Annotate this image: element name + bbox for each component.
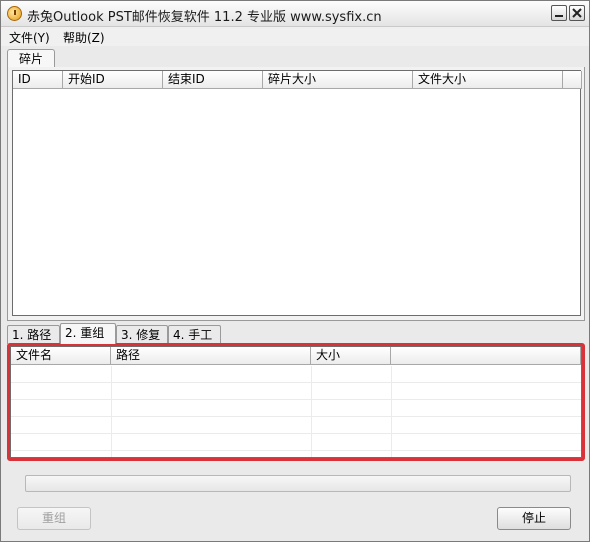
minimize-button[interactable] bbox=[551, 5, 567, 21]
minimize-icon bbox=[555, 15, 563, 17]
title-bar: 赤兔Outlook PST邮件恢复软件 11.2 专业版 www.sysfix.… bbox=[1, 1, 589, 27]
column-header-file-size[interactable]: 文件大小 bbox=[413, 71, 563, 89]
column-header-path[interactable]: 路径 bbox=[111, 347, 311, 365]
menu-file[interactable]: 文件(Y) bbox=[9, 29, 50, 46]
menu-bar: 文件(Y) 帮助(Z) bbox=[1, 27, 589, 46]
tab-path[interactable]: 1. 路径 bbox=[7, 325, 60, 344]
app-logo-icon bbox=[7, 6, 22, 21]
column-header-end-id[interactable]: 结束ID bbox=[163, 71, 263, 89]
column-header-extra[interactable] bbox=[391, 347, 581, 365]
column-header-size[interactable]: 大小 bbox=[311, 347, 391, 365]
tab-reassemble[interactable]: 2. 重组 bbox=[60, 323, 116, 344]
fragments-list[interactable]: ID 开始ID 结束ID 碎片大小 文件大小 bbox=[12, 70, 582, 316]
files-header: 文件名 路径 大小 bbox=[11, 347, 581, 365]
table-row[interactable] bbox=[11, 383, 581, 400]
grid-divider bbox=[311, 366, 312, 457]
fragments-header: ID 开始ID 结束ID 碎片大小 文件大小 bbox=[13, 71, 582, 89]
column-header-filler bbox=[563, 71, 582, 89]
stop-button[interactable]: 停止 bbox=[497, 507, 571, 530]
grid-divider bbox=[391, 366, 392, 457]
tab-fragments[interactable]: 碎片 bbox=[7, 49, 55, 68]
files-rows bbox=[11, 366, 581, 451]
fragments-panel: ID 开始ID 结束ID 碎片大小 文件大小 bbox=[7, 67, 585, 321]
table-row[interactable] bbox=[11, 434, 581, 451]
grid-divider bbox=[111, 366, 112, 457]
files-list[interactable]: 文件名 路径 大小 bbox=[10, 346, 582, 458]
column-header-file-name[interactable]: 文件名 bbox=[11, 347, 111, 365]
table-row[interactable] bbox=[11, 417, 581, 434]
progress-bar bbox=[25, 475, 571, 492]
files-panel-highlight: 文件名 路径 大小 bbox=[7, 343, 585, 461]
column-header-id[interactable]: ID bbox=[13, 71, 63, 89]
reassemble-button[interactable]: 重组 bbox=[17, 507, 91, 530]
column-header-start-id[interactable]: 开始ID bbox=[63, 71, 163, 89]
table-row[interactable] bbox=[11, 400, 581, 417]
close-icon bbox=[572, 8, 582, 18]
column-header-fragment-size[interactable]: 碎片大小 bbox=[263, 71, 413, 89]
window-title: 赤兔Outlook PST邮件恢复软件 11.2 专业版 www.sysfix.… bbox=[27, 10, 382, 25]
tab-repair[interactable]: 3. 修复 bbox=[116, 325, 168, 344]
menu-help[interactable]: 帮助(Z) bbox=[63, 29, 105, 46]
app-window: 赤兔Outlook PST邮件恢复软件 11.2 专业版 www.sysfix.… bbox=[0, 0, 590, 542]
table-row[interactable] bbox=[11, 366, 581, 383]
close-button[interactable] bbox=[569, 5, 585, 21]
tab-manual[interactable]: 4. 手工 bbox=[168, 325, 221, 344]
